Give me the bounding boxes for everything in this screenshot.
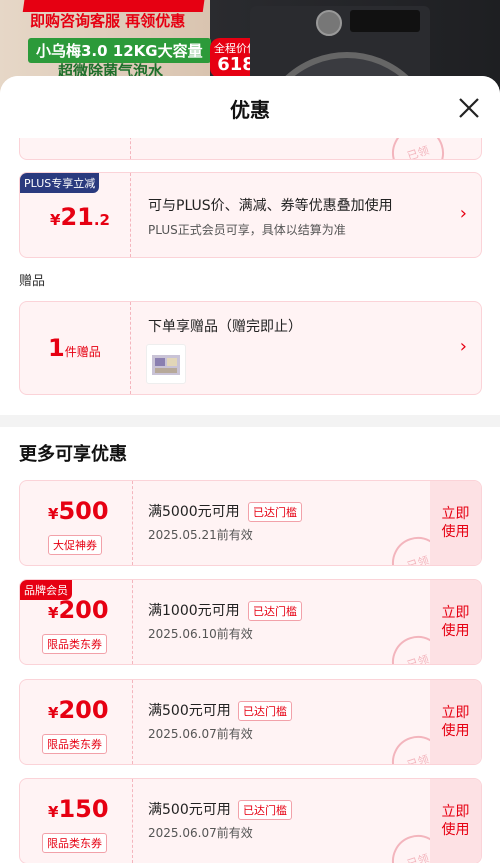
plus-amount-area: ¥21.2 [20,173,130,257]
coupon-requirement: 满500元可用 [148,703,231,719]
use-now-button[interactable]: 立即使用 [430,481,481,565]
gift-count: 1 [48,334,65,362]
use-now-button[interactable]: 立即使用 [430,580,481,664]
gift-unit: 件赠品 [64,345,101,359]
card-divider [130,302,131,394]
coupon-type-label: 限品类东券 [42,634,107,654]
use-now-label: 立即使用 [441,605,470,639]
coupon-amount-area: ¥200 限品类东券 [20,680,132,764]
threshold-pill: 已达门槛 [238,701,292,721]
coupon-card[interactable]: ¥200 限品类东券 满500元可用 已达门槛 2025.06.07前有效 已领… [19,679,482,765]
plus-subtitle: PLUS正式会员可享，具体以结算为准 [148,223,346,237]
chevron-right-icon: › [459,336,467,357]
coupon-amount-area: ¥200 限品类东券 [20,580,132,664]
use-now-label: 立即使用 [441,804,470,838]
coupon-requirement: 满1000元可用 [148,603,240,619]
coupon-expiry: 2025.06.07前有效 [148,826,253,840]
gift-card[interactable]: 1件赠品 下单享赠品（赠完即止） › [19,301,482,395]
plus-discount-card[interactable]: PLUS专享立减 ¥21.2 可与PLUS价、满减、券等优惠叠加使用 PLUS正… [19,172,482,258]
amount-value: 200 [58,596,109,624]
amount-value: 150 [58,795,109,823]
chevron-right-icon: › [459,203,467,224]
amount-value: 200 [58,696,109,724]
gift-thumbnail[interactable] [146,344,186,384]
more-discounts-title: 更多可享优惠 [19,444,127,465]
sheet-title: 优惠 [230,98,270,122]
card-divider [130,173,131,257]
amount-decimal: .2 [93,211,110,229]
currency-symbol: ¥ [48,803,59,821]
plus-amount: ¥21.2 [50,203,110,231]
amount-integer: 21 [60,203,94,231]
coupon-requirement: 满500元可用 [148,802,231,818]
gift-section-label: 赠品 [19,274,46,289]
currency-symbol: ¥ [50,211,61,229]
section-separator [0,415,500,427]
coupon-amount: ¥150 [48,795,109,823]
coupon-amount-area: ¥150 限品类东券 [20,779,132,863]
coupon-expiry: 2025.05.21前有效 [148,528,253,542]
card-divider [132,779,133,863]
use-now-label: 立即使用 [441,506,470,540]
threshold-pill: 已达门槛 [248,601,302,621]
use-now-label: 立即使用 [441,705,470,739]
plus-title: 可与PLUS价、满减、券等优惠叠加使用 [148,198,393,214]
washer-dial [316,10,342,36]
coupon-amount: ¥200 [48,696,109,724]
currency-symbol: ¥ [48,604,59,622]
banner-line1: 即购咨询客服 再领优惠 [30,12,186,30]
coupon-card[interactable]: 品牌会员 ¥200 限品类东券 满1000元可用 已达门槛 2025.06.10… [19,579,482,665]
gift-count-group: 1件赠品 [48,334,101,362]
use-now-button[interactable]: 立即使用 [430,779,481,863]
currency-symbol: ¥ [48,505,59,523]
currency-symbol: ¥ [48,704,59,722]
card-divider [132,680,133,764]
gift-count-area: 1件赠品 [20,302,130,394]
coupon-expiry: 2025.06.10前有效 [148,627,253,641]
card-divider [132,580,133,664]
coupon-amount: ¥500 [48,497,109,525]
close-icon[interactable] [455,94,483,122]
card-divider [132,481,133,565]
threshold-pill: 已达门槛 [238,800,292,820]
coupon-type-label: 限品类东券 [42,734,107,754]
coupon-type-label: 大促神券 [48,535,102,555]
coupon-amount: ¥200 [48,596,109,624]
use-now-button[interactable]: 立即使用 [430,680,481,764]
coupon-expiry: 2025.06.07前有效 [148,727,253,741]
gift-title: 下单享赠品（赠完即止） [148,319,302,335]
sheet-header: 优惠 [0,76,500,138]
washer-panel [350,10,420,32]
coupon-card[interactable]: ¥150 限品类东券 满500元可用 已达门槛 2025.06.07前有效 已领… [19,778,482,863]
discount-sheet: 优惠 已领 PLUS专享立减 ¥21.2 可与PLUS价、满减、券等优惠叠加使用… [0,76,500,863]
threshold-pill: 已达门槛 [248,502,302,522]
coupon-type-label: 限品类东券 [42,833,107,853]
coupon-card[interactable]: ¥500 大促神券 满5000元可用 已达门槛 2025.05.21前有效 已领… [19,480,482,566]
amount-value: 500 [58,497,109,525]
coupon-amount-area: ¥500 大促神券 [20,481,132,565]
coupon-requirement: 满5000元可用 [148,504,240,520]
